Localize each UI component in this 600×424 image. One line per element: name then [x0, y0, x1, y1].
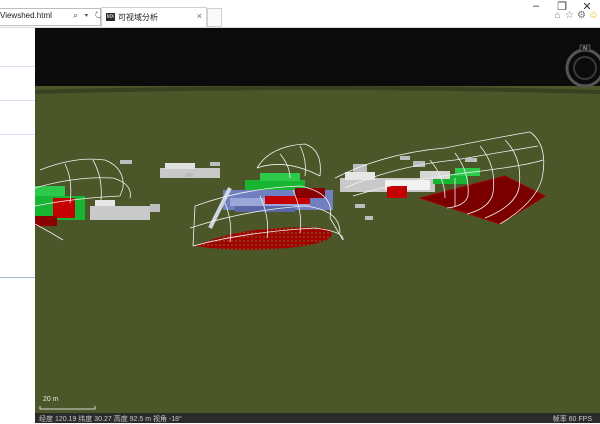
ground: [35, 86, 600, 413]
new-tab-button[interactable]: [207, 8, 222, 27]
scale-label: 20 m: [43, 396, 59, 403]
address-url[interactable]: Viewshed.html: [0, 11, 52, 20]
panel-divider: [0, 66, 35, 67]
panel-divider: [0, 134, 35, 135]
left-panel: [0, 28, 36, 423]
tab-viewshed[interactable]: MX 可视域分析 ×: [101, 7, 207, 27]
status-bar: 经度 120.19 纬度 30.27 高度 92.5 m 视角 -18° 帧率 …: [35, 413, 600, 423]
address-actions[interactable]: ⌕ ▾ ↻: [73, 10, 104, 21]
settings-icon[interactable]: ⚙: [576, 10, 587, 21]
svg-text:N: N: [583, 46, 587, 52]
tab-title: 可视域分析: [118, 13, 158, 22]
scene-canvas[interactable]: N 20 m: [34, 28, 600, 413]
panel-divider: [0, 277, 35, 278]
address-bar[interactable]: Viewshed.html ⌕ ▾ ↻: [0, 8, 104, 26]
smiley-icon[interactable]: ☺: [588, 10, 599, 21]
star-icon[interactable]: ☆: [564, 10, 575, 21]
tab-close-icon[interactable]: ×: [197, 11, 202, 21]
home-icon[interactable]: ⌂: [552, 10, 563, 21]
3d-viewer[interactable]: N 20 m: [34, 28, 600, 413]
tab-favicon-icon: MX: [106, 13, 115, 21]
minimize-button[interactable]: –: [527, 0, 545, 12]
sky: [35, 28, 600, 88]
browser-titlebar: Viewshed.html ⌕ ▾ ↻ MX 可视域分析 × – ❐ ✕ ⌂ ☆…: [0, 0, 600, 28]
panel-divider: [0, 100, 35, 101]
